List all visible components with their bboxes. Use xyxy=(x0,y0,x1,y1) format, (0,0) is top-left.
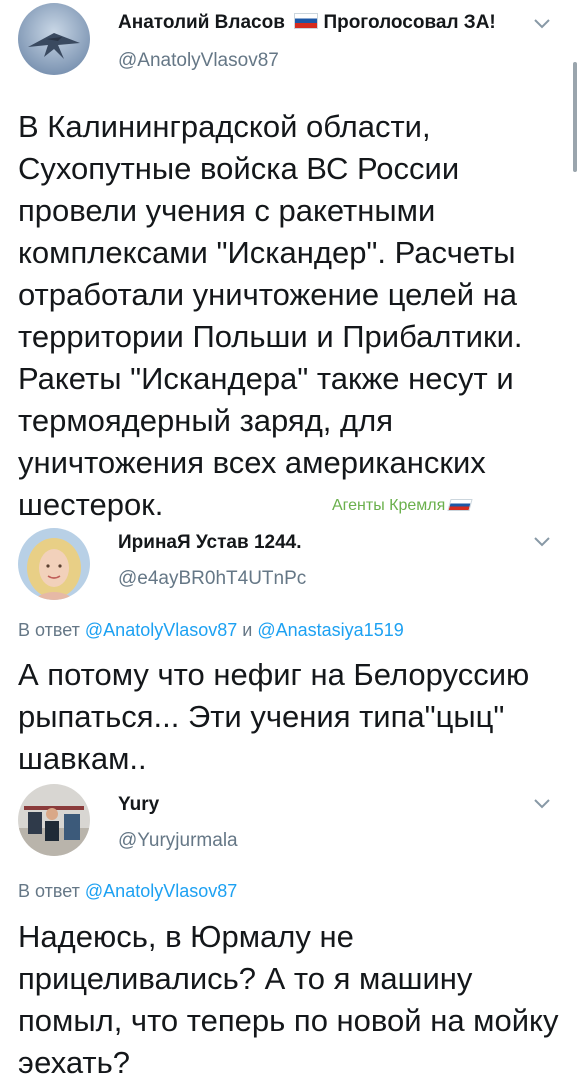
tweet-text: А потому что нефиг на Белоруссию рыпатьс… xyxy=(18,657,530,776)
author-handle[interactable]: @Yuryjurmala xyxy=(118,830,238,852)
watermark: Агенты Кремля xyxy=(332,497,473,515)
tweet-text: Надеюсь, в Юрмалу не прицеливались? А то… xyxy=(18,919,559,1080)
scrollbar[interactable] xyxy=(573,62,577,172)
chevron-down-icon[interactable] xyxy=(533,18,551,30)
author-name[interactable]: Анатолий Власов xyxy=(118,12,285,33)
russia-flag-icon xyxy=(447,499,473,511)
avatar[interactable] xyxy=(18,784,90,856)
avatar[interactable] xyxy=(18,528,90,600)
reply-context: В ответ @AnatolyVlasov87 и @Anastasiya15… xyxy=(18,620,404,640)
author-name[interactable]: ИринаЯ Устав 1244. xyxy=(118,532,302,554)
chevron-down-icon[interactable] xyxy=(533,536,551,548)
russia-flag-icon xyxy=(294,13,319,29)
author-handle[interactable]: @e4ayBR0hT4UTnPc xyxy=(118,568,306,590)
reply-mention-link[interactable]: @AnatolyVlasov87 xyxy=(85,881,237,901)
avatar[interactable] xyxy=(18,3,90,75)
reply-mention-link[interactable]: @AnatolyVlasov87 xyxy=(85,620,237,640)
author-badge[interactable]: Проголосовал ЗА! xyxy=(323,12,495,33)
reply-mention-link[interactable]: @Anastasiya1519 xyxy=(257,620,403,640)
tweet-text: В Калининградской области, Сухопутные во… xyxy=(18,109,523,522)
author-name[interactable]: Yury xyxy=(118,794,159,816)
chevron-down-icon[interactable] xyxy=(533,798,551,810)
reply-context: В ответ @AnatolyVlasov87 xyxy=(18,881,238,901)
author-handle[interactable]: @AnatolyVlasov87 xyxy=(118,50,279,72)
